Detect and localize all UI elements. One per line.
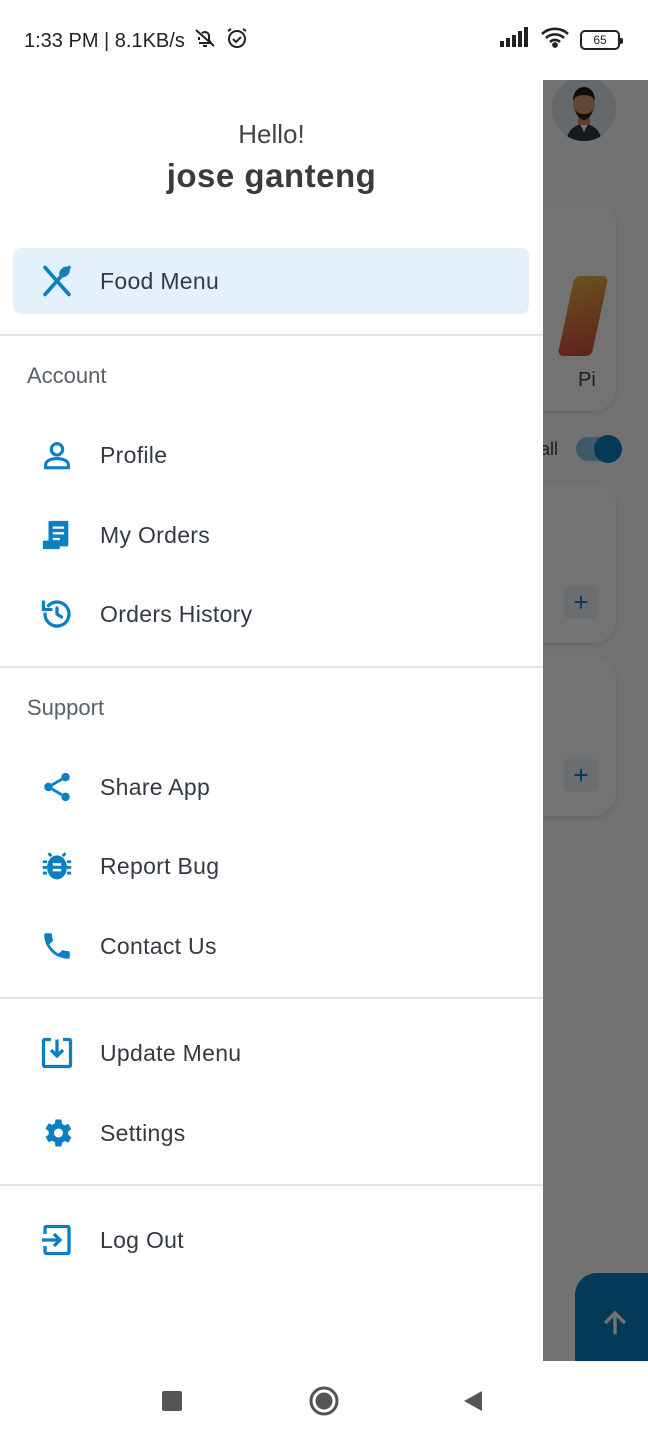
share-icon [37, 767, 77, 807]
menu-item-food-menu[interactable]: Food Menu [13, 248, 529, 314]
username: jose ganteng [166, 157, 377, 194]
divider [0, 1184, 543, 1186]
menu-item-label: Food Menu [100, 267, 220, 294]
menu-item-contact-us[interactable]: Contact Us [13, 913, 529, 979]
section-title-account: Account [27, 363, 107, 388]
back-button[interactable] [462, 1390, 484, 1412]
system-nav-bar [0, 1361, 648, 1440]
divider [0, 666, 543, 668]
menu-item-orders-history[interactable]: Orders History [13, 581, 529, 647]
menu-item-share-app[interactable]: Share App [13, 754, 529, 820]
battery-icon: 65 [580, 29, 623, 50]
navigation-drawer: Hello! jose ganteng Food Menu Account Pr… [0, 61, 543, 1361]
menu-item-report-bug[interactable]: Report Bug [13, 833, 529, 899]
menu-item-update-menu[interactable]: Update Menu [13, 1020, 529, 1086]
menu-item-label: Share App [100, 773, 211, 800]
status-left: 1:33 PM | 8.1KB/s [24, 26, 249, 56]
wifi-icon [540, 26, 570, 53]
menu-item-label: My Orders [100, 521, 211, 548]
menu-item-label: Report Bug [100, 852, 220, 879]
divider [0, 334, 543, 336]
menu-item-settings[interactable]: Settings [13, 1100, 529, 1166]
receipt-icon [37, 515, 77, 555]
divider [0, 997, 543, 999]
fork-knife-icon [37, 261, 77, 301]
logout-icon [37, 1220, 77, 1260]
menu-item-label: Settings [100, 1119, 186, 1146]
menu-item-label: Profile [100, 441, 168, 468]
status-right: 65 [500, 26, 623, 53]
gear-icon [37, 1113, 77, 1153]
status-time-speed: 1:33 PM | 8.1KB/s [24, 29, 185, 52]
menu-item-profile[interactable]: Profile [13, 422, 529, 488]
menu-item-label: Update Menu [100, 1039, 242, 1066]
bell-off-icon [193, 26, 217, 56]
section-title-support: Support [27, 695, 105, 720]
history-icon [37, 594, 77, 634]
menu-item-label: Contact Us [100, 932, 217, 959]
menu-item-my-orders[interactable]: My Orders [13, 502, 529, 568]
signal-icon [500, 27, 530, 52]
menu-item-log-out[interactable]: Log Out [13, 1207, 529, 1273]
menu-item-label: Orders History [100, 600, 253, 627]
phone-icon [37, 926, 77, 966]
greeting-text: Hello! [238, 119, 305, 149]
recents-button[interactable] [162, 1391, 182, 1411]
bug-icon [37, 846, 77, 886]
alarm-icon [225, 26, 249, 56]
menu-item-label: Log Out [100, 1226, 184, 1253]
status-bar: 1:33 PM | 8.1KB/s 65 [0, 0, 648, 80]
download-icon [37, 1033, 77, 1073]
home-button[interactable] [309, 1386, 339, 1416]
person-icon [37, 435, 77, 475]
